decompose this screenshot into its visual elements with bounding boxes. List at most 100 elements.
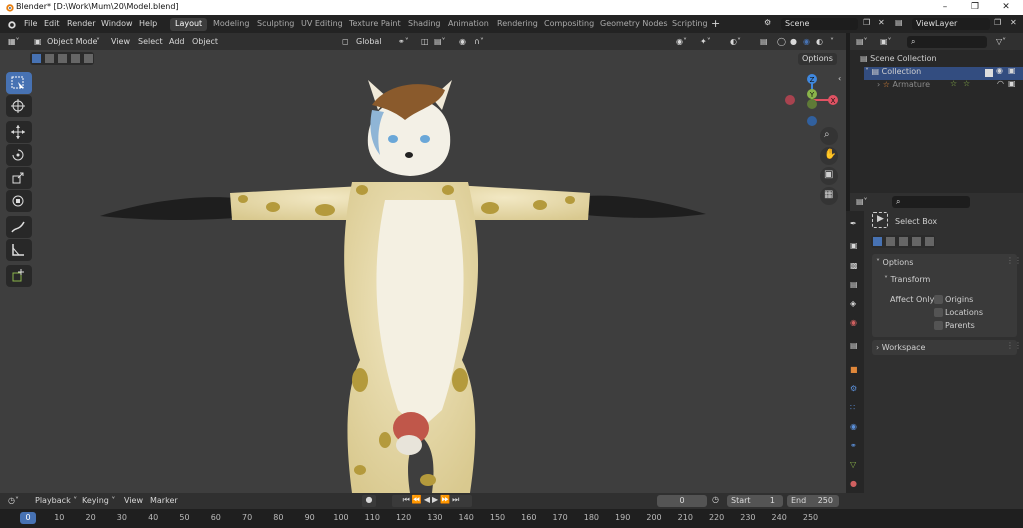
- view-layer-tab-icon[interactable]: ▤: [850, 280, 858, 289]
- tool-select-mode-buttons[interactable]: [871, 235, 935, 248]
- data-tab-icon[interactable]: ▽: [850, 460, 856, 469]
- select-new-icon[interactable]: [32, 54, 41, 63]
- tab-compositing[interactable]: Compositing: [539, 18, 599, 31]
- scene-icon[interactable]: ⚙: [764, 18, 771, 27]
- remove-scene-icon[interactable]: ✕: [878, 18, 885, 27]
- display-mode-icon[interactable]: ▣˅: [880, 37, 892, 46]
- tab-animation[interactable]: Animation: [443, 18, 494, 31]
- new-viewlayer-icon[interactable]: ❐: [994, 18, 1001, 27]
- tab-uv-editing[interactable]: UV Editing: [296, 18, 348, 31]
- viewport-menu-view[interactable]: View: [111, 37, 130, 46]
- record-icon[interactable]: ●: [362, 495, 376, 507]
- cursor-tool-icon[interactable]: [6, 95, 32, 117]
- timeline-menu-keying[interactable]: Keying ˅: [82, 496, 115, 505]
- options-panel-header[interactable]: ˅ Options: [876, 258, 913, 267]
- select-extend-icon[interactable]: [886, 237, 895, 246]
- constraints-tab-icon[interactable]: ⚭: [850, 441, 857, 450]
- gizmo-toggle-icon[interactable]: ✦˅: [700, 37, 711, 46]
- blender-menu-icon[interactable]: [6, 19, 17, 30]
- pan-hand-icon[interactable]: ✋: [820, 147, 838, 165]
- close-button[interactable]: ✕: [991, 0, 1021, 15]
- timeline-ruler[interactable]: 0 10 20 30 40 50 60 70 80 90 100 110 120 130 140 150 160…: [0, 509, 1023, 528]
- tab-geometry-nodes[interactable]: Geometry Nodes: [595, 18, 672, 31]
- xray-icon[interactable]: ▤: [760, 37, 768, 46]
- playback-controls[interactable]: ⏮⏪◀▶⏩⏭: [392, 495, 472, 507]
- editor-type-icon[interactable]: ▦˅: [8, 37, 20, 46]
- eye-icon[interactable]: ◉: [996, 66, 1003, 75]
- tab-texture-paint[interactable]: Texture Paint: [344, 18, 406, 31]
- timeline-menu-playback[interactable]: Playback ˅: [35, 496, 77, 505]
- navigation-gizmo[interactable]: Z X Y: [780, 73, 842, 129]
- start-frame-field[interactable]: Start 1: [727, 495, 783, 507]
- scene-tab-icon[interactable]: ◈: [850, 299, 856, 308]
- eye-hidden-icon[interactable]: ◠: [997, 79, 1004, 88]
- drag-handle-icon[interactable]: ⋮⋮: [1006, 341, 1022, 350]
- material-shading-icon[interactable]: ◉: [803, 37, 810, 46]
- camera-icon[interactable]: ▣: [1008, 79, 1016, 88]
- 3d-viewport[interactable]: Z X Y ⌕ ✋ ▣ ▦ Options ‹: [0, 33, 846, 493]
- select-subtract-icon[interactable]: [58, 54, 67, 63]
- camera-icon[interactable]: ▣: [1008, 66, 1016, 75]
- transform-tool-icon[interactable]: [6, 190, 32, 212]
- mode-selector[interactable]: Object Mode: [47, 37, 97, 46]
- grid-perspective-icon[interactable]: ▦: [820, 187, 838, 205]
- tool-tab-icon[interactable]: ✒: [850, 219, 857, 228]
- menu-window[interactable]: Window: [101, 19, 133, 28]
- menu-edit[interactable]: Edit: [44, 19, 60, 28]
- end-frame-field[interactable]: End 250: [787, 495, 839, 507]
- snap-target-icon[interactable]: ▤˅: [434, 37, 446, 46]
- parents-checkbox[interactable]: [934, 321, 943, 330]
- tab-sculpting[interactable]: Sculpting: [252, 18, 299, 31]
- menu-file[interactable]: File: [24, 19, 37, 28]
- minimize-button[interactable]: –: [930, 0, 960, 15]
- properties-editor-type-icon[interactable]: ▤˅: [856, 197, 868, 206]
- maximize-button[interactable]: ❐: [960, 0, 990, 15]
- snap-icon[interactable]: ◫: [421, 37, 429, 46]
- timeline-editor-type-icon[interactable]: ◷˅: [8, 496, 19, 505]
- select-mode-buttons[interactable]: [30, 52, 94, 65]
- particles-tab-icon[interactable]: ∷: [850, 403, 855, 412]
- clock-icon[interactable]: ◷: [712, 495, 719, 504]
- workspace-panel-header[interactable]: › Workspace: [876, 343, 925, 352]
- select-invert-icon[interactable]: [912, 237, 921, 246]
- outliner-editor-type-icon[interactable]: ▤˅: [856, 37, 868, 46]
- object-tab-icon[interactable]: ■: [850, 365, 858, 374]
- tab-layout[interactable]: Layout: [170, 18, 208, 31]
- proportional-edit-icon[interactable]: ◉: [459, 37, 466, 46]
- drag-handle-icon[interactable]: ⋮⋮: [1006, 256, 1022, 265]
- measure-tool-icon[interactable]: [6, 239, 32, 261]
- viewlayer-selector[interactable]: ViewLayer: [912, 18, 990, 30]
- output-tab-icon[interactable]: ▩: [850, 261, 858, 270]
- shading-options-chevron-down-icon[interactable]: ˅: [830, 37, 834, 46]
- pivot-icon[interactable]: ⚭˅: [398, 37, 409, 46]
- select-subtract-icon[interactable]: [899, 237, 908, 246]
- orientation-selector[interactable]: Global: [356, 37, 382, 46]
- select-new-icon[interactable]: [873, 237, 882, 246]
- material-tab-icon[interactable]: ●: [850, 479, 857, 488]
- timeline-menu-view[interactable]: View: [124, 496, 143, 505]
- visibility-icon[interactable]: ◉˅: [676, 37, 687, 46]
- filter-icon[interactable]: ▽˅: [996, 37, 1006, 46]
- camera-view-icon[interactable]: ▣: [820, 167, 838, 185]
- select-extend-icon[interactable]: [45, 54, 54, 63]
- select-intersect-icon[interactable]: [925, 237, 934, 246]
- new-scene-icon[interactable]: ❐: [863, 18, 870, 27]
- origins-checkbox[interactable]: [934, 295, 943, 304]
- exclude-checkbox[interactable]: [985, 69, 993, 77]
- rotate-tool-icon[interactable]: [6, 144, 32, 166]
- falloff-icon[interactable]: ∩˅: [474, 37, 484, 46]
- properties-search-input[interactable]: ⌕: [892, 196, 970, 208]
- select-intersect-icon[interactable]: [84, 54, 93, 63]
- tab-rendering[interactable]: Rendering: [492, 18, 543, 31]
- tab-scripting[interactable]: Scripting: [667, 18, 713, 31]
- remove-viewlayer-icon[interactable]: ✕: [1010, 18, 1017, 27]
- select-box-tool-icon[interactable]: [6, 72, 32, 94]
- rendered-shading-icon[interactable]: ◐: [816, 37, 823, 46]
- viewport-menu-add[interactable]: Add: [169, 37, 185, 46]
- transform-subpanel-header[interactable]: ˅ Transform: [884, 275, 930, 284]
- locations-checkbox[interactable]: [934, 308, 943, 317]
- sidebar-toggle-icon[interactable]: ‹: [838, 74, 841, 83]
- wireframe-shading-icon[interactable]: ◯: [777, 37, 786, 46]
- tab-modeling[interactable]: Modeling: [208, 18, 254, 31]
- move-tool-icon[interactable]: [6, 121, 32, 143]
